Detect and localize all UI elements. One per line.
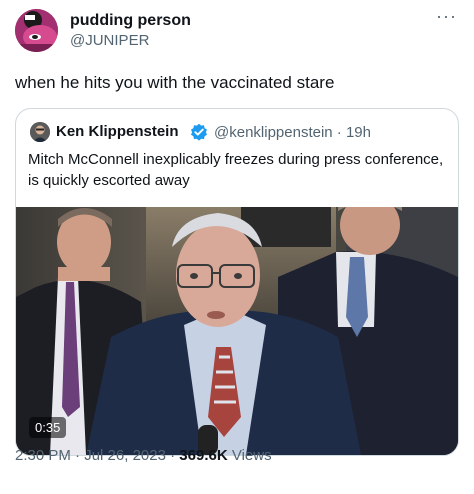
author-handle[interactable]: @JUNIPER	[70, 32, 149, 49]
video-duration-badge: 0:35	[29, 417, 67, 438]
verified-badge-icon	[190, 123, 208, 141]
cartoon-avatar-icon	[15, 9, 58, 52]
meta-separator: ·	[70, 447, 85, 464]
tweet-meta: 2:30 PM · Jul 26, 2023 · 369.6K Views	[15, 447, 272, 464]
tweet-date[interactable]: Jul 26, 2023	[84, 447, 166, 464]
tweet-time[interactable]: 2:30 PM	[15, 447, 71, 464]
video-player[interactable]: 0:35	[16, 207, 458, 455]
views-label: Views	[231, 447, 272, 464]
quoted-tweet-text: Mitch McConnell inexplicably freezes dur…	[28, 151, 444, 189]
meta-separator-2: ·	[165, 447, 180, 464]
quoted-author-name: Ken Klippenstein	[56, 123, 179, 140]
tweet-header: pudding person @JUNIPER ···	[15, 7, 459, 55]
video-thumbnail	[16, 207, 458, 455]
quoted-author-handle: @kenklippenstein · 19h	[214, 124, 371, 141]
more-options-icon[interactable]: ···	[436, 7, 457, 25]
author-name[interactable]: pudding person	[70, 12, 191, 30]
views-count: 369.6K	[179, 447, 228, 464]
tweet-text: when he hits you with the vaccinated sta…	[15, 73, 335, 92]
quoted-tweet[interactable]: Ken Klippenstein @kenklippenstein · 19h …	[15, 108, 459, 456]
author-avatar[interactable]	[15, 9, 58, 52]
person-avatar-icon	[30, 122, 50, 142]
quoted-author-avatar	[30, 122, 50, 142]
